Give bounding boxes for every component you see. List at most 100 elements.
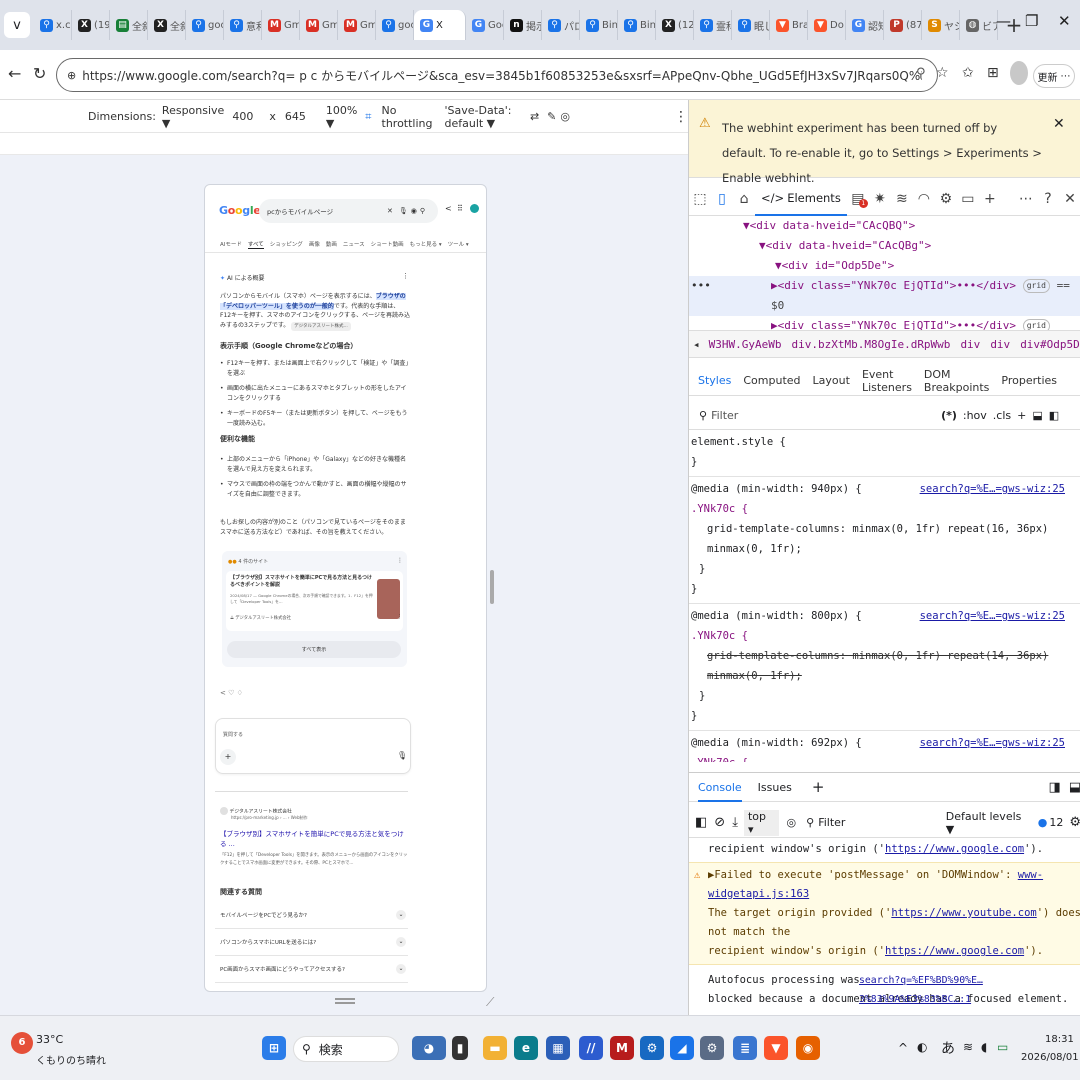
tray-chevron-icon[interactable]: ^ — [898, 1041, 908, 1055]
clear-icon[interactable]: ✕ — [387, 207, 393, 215]
ask-mic-icon[interactable]: 🎙 — [397, 751, 407, 760]
save-data-select[interactable]: 'Save-Data': default ▼ — [444, 104, 521, 130]
issues-icon[interactable]: ● — [1038, 816, 1048, 829]
thumbs-down-icon[interactable]: ♢ — [237, 689, 243, 697]
inspect-icon[interactable]: ⬚ — [689, 191, 711, 207]
browser-tab[interactable]: P (87 — [884, 10, 922, 40]
hover-toggle[interactable]: :hov — [963, 409, 987, 422]
related-question[interactable]: パソコンからスマホにURLを送るには? ⌄ — [215, 929, 408, 956]
address-field[interactable]: ⊕ https://www.google.com/search?q= p c か… — [56, 58, 938, 92]
source-more-icon[interactable]: ⋮ — [397, 614, 402, 620]
state-toggle-icon[interactable]: (*) — [941, 409, 957, 422]
device-frame-icon[interactable]: ⌗ — [365, 110, 371, 124]
search-tab[interactable]: ツール ▾ — [448, 240, 469, 249]
application-icon[interactable]: ▭ — [957, 191, 979, 207]
show-all-button[interactable]: すべて表示 — [227, 641, 401, 658]
resize-handle-right[interactable] — [490, 570, 494, 604]
battery-icon[interactable]: ▭ — [997, 1040, 1008, 1054]
more-tools-plus-icon[interactable]: + — [979, 191, 1001, 207]
styles-subtab[interactable]: DOM Breakpoints — [924, 368, 990, 394]
console-filter-input[interactable]: Filter — [818, 816, 946, 829]
context-select[interactable]: top ▾ — [743, 809, 779, 836]
bookmark-star-icon[interactable]: ☆ — [936, 65, 949, 81]
rule-source-link[interactable]: search?q=%E…=gws-wiz:25 — [920, 479, 1065, 499]
styles-subtab[interactable]: Event Listeners — [862, 368, 912, 394]
rule-source-link[interactable]: search?q=%E…=gws-wiz:25 — [920, 606, 1065, 626]
app-icon-2[interactable]: ◢ — [670, 1036, 694, 1060]
weather-temp[interactable]: 33°C — [36, 1033, 63, 1046]
store-icon[interactable]: ▦ — [546, 1036, 570, 1060]
breadcrumb-item[interactable]: W3HW.GyAeWb — [704, 338, 787, 351]
tab-console[interactable]: Console — [698, 773, 742, 802]
resize-handle-bottom[interactable] — [335, 998, 355, 1000]
browser-tab[interactable]: X (19 — [72, 10, 110, 40]
clock-date[interactable]: 2026/08/01 — [1021, 1052, 1079, 1063]
browser-tab[interactable]: ⚲goo — [186, 10, 224, 40]
rule-source-link[interactable]: search?q=%E…=gws-wiz:25 — [920, 733, 1065, 753]
mobile-search-box[interactable]: pcからモバイルページ ✕ 🎙 ◉ ⚲ — [259, 199, 438, 223]
search-tab[interactable]: AIモード — [220, 240, 242, 249]
source-result[interactable]: 【ブラウザ別】スマホサイトを簡単にPCで見る方法と見るつけるべきポイントを解説 … — [226, 571, 403, 631]
devtools-close-icon[interactable]: ✕ — [1059, 191, 1080, 207]
taskbar-search[interactable]: ⚲ 検索 — [293, 1036, 399, 1062]
dom-node[interactable]: ▼<div data-hveid="CAcQBQ"> — [689, 216, 1080, 236]
browser-tab[interactable]: ⚲ Bin — [618, 10, 656, 40]
height-input[interactable]: 645 — [285, 110, 306, 123]
add-icon[interactable]: + — [220, 749, 236, 765]
eye-filter-icon[interactable]: ⤓ — [732, 815, 738, 830]
dock-icon[interactable]: ◨ — [1048, 780, 1060, 795]
console-tab-icon[interactable]: ▤ 1 — [847, 191, 869, 208]
console-settings-icon[interactable]: ⚙ — [1069, 815, 1080, 830]
sources-bug-icon[interactable]: ✷ — [869, 191, 891, 207]
browser-tab[interactable]: M Gm — [300, 10, 338, 40]
zoom-icon[interactable]: ⚲ — [916, 66, 926, 81]
mic-icon[interactable]: 🎙 — [399, 207, 408, 215]
notepad-icon[interactable]: ≣ — [733, 1036, 757, 1060]
search-tab[interactable]: 動画 — [326, 240, 337, 249]
undock-icon[interactable]: ⬓ — [1069, 780, 1080, 795]
breadcrumb-item[interactable]: div — [985, 338, 1015, 351]
share-icon[interactable]: < — [445, 204, 452, 213]
settings-gear-icon[interactable]: ⚙ — [935, 191, 957, 207]
browser-tab[interactable]: GGoo — [466, 10, 504, 40]
account-avatar[interactable] — [470, 204, 479, 213]
customize-more-icon[interactable]: ⋯ — [1015, 191, 1037, 207]
apps-grid-icon[interactable]: ⠿ — [457, 204, 463, 213]
search-icon[interactable]: ⚲ — [420, 207, 425, 215]
task-view-icon[interactable]: ▮ — [452, 1036, 468, 1060]
browser-tab[interactable]: M Gm — [338, 10, 376, 40]
minimize-button[interactable]: — — [996, 12, 1011, 30]
browser-tab[interactable]: ▼ Bra — [770, 10, 808, 40]
browser-tab[interactable]: Sヤシ — [922, 10, 960, 40]
favorites-icon[interactable]: ✩ — [962, 65, 974, 81]
browser-tab[interactable]: n掲示 — [504, 10, 542, 40]
maximize-button[interactable]: ❐ — [1025, 12, 1038, 30]
lens-icon[interactable]: ◉ — [411, 207, 417, 215]
warn-link-youtube[interactable]: https://www.youtube.com — [891, 907, 1036, 919]
google-logo[interactable]: Google — [219, 204, 261, 217]
site-info-icon[interactable]: ⊕ — [67, 69, 76, 82]
browser-tab[interactable]: ⚲goo — [376, 10, 414, 40]
search-tab[interactable]: もっと見る ▾ — [410, 240, 442, 249]
edge-icon[interactable]: e — [514, 1036, 538, 1060]
browser-tab[interactable]: ◍ビア — [960, 10, 998, 40]
share-feedback-icon[interactable]: < — [220, 689, 226, 697]
breadcrumb-item[interactable]: div.bzXtMb.M8OgIe.dRpWwb — [786, 338, 955, 351]
tab-list-button[interactable]: v — [4, 12, 30, 38]
welcome-home-icon[interactable]: ⌂ — [733, 191, 755, 207]
sidebar-toggle-icon[interactable]: ◧ — [1049, 409, 1059, 422]
new-rule-icon[interactable]: + — [1017, 409, 1026, 422]
dom-node[interactable]: ▼<div data-hveid="CAcQBg"> — [689, 236, 1080, 256]
msg-source-link[interactable]: search?q=%EF%BD%90%E…3%83%9A%E3%83%BC…:1 — [859, 971, 1080, 1009]
outlook-icon[interactable]: ⚙ — [640, 1036, 664, 1060]
thumbs-up-icon[interactable]: ♡ — [228, 689, 234, 697]
pen-icon[interactable]: ✎ — [547, 110, 556, 123]
close-window-button[interactable]: ✕ — [1058, 12, 1071, 30]
browser-tab[interactable]: GX — [414, 10, 466, 40]
reload-button[interactable]: ↻ — [33, 64, 46, 83]
styles-subtab[interactable]: Properties — [1001, 374, 1057, 387]
rotate-icon[interactable]: ⇄ — [530, 110, 539, 123]
live-expression-icon[interactable]: ◎ — [787, 816, 797, 829]
search-tab[interactable]: ショート動画 — [371, 240, 404, 249]
breadcrumb-item[interactable]: div — [955, 338, 985, 351]
